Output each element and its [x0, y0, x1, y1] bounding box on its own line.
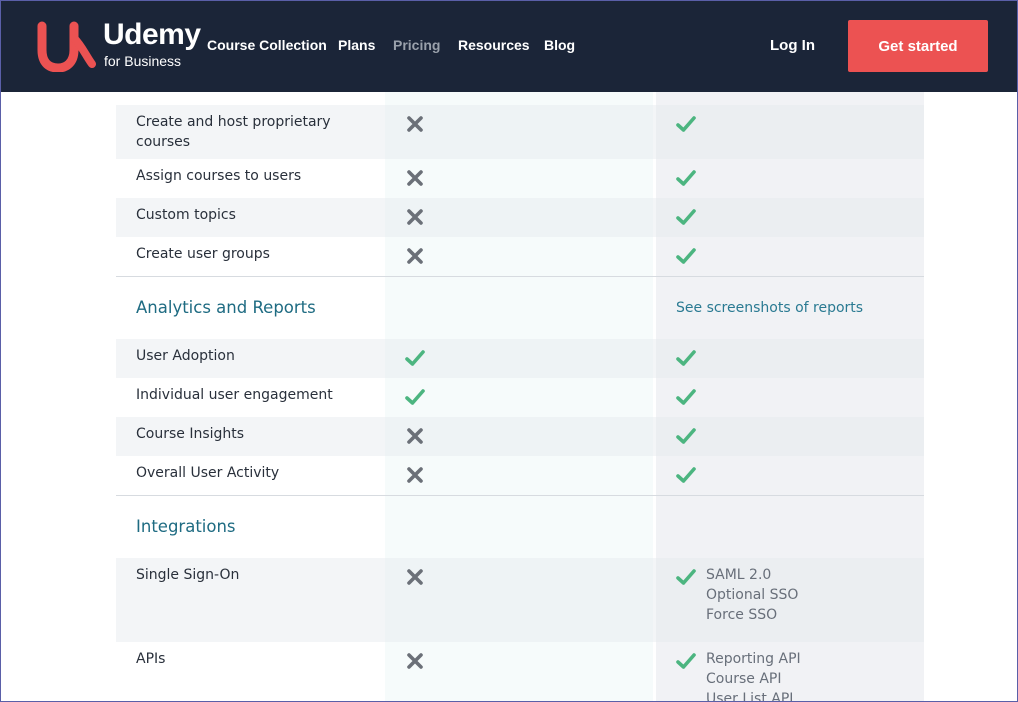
feature-row: APIs Reporting API Course API User List …	[116, 642, 924, 702]
feature-row: Overall User Activity	[116, 456, 924, 495]
feature-row: Assign courses to users	[116, 159, 924, 198]
see-report-screenshots-link[interactable]: See screenshots of reports	[676, 300, 863, 316]
nav-course-collection[interactable]: Course Collection	[207, 37, 327, 53]
check-icon	[676, 168, 696, 188]
cross-icon	[405, 114, 425, 134]
feature-row: Course Insights	[116, 417, 924, 456]
sso-detail-saml: SAML 2.0	[706, 567, 772, 583]
feature-label: Course Insights	[136, 426, 245, 442]
check-icon	[676, 651, 696, 671]
feature-label: Create and host proprietary courses	[136, 114, 331, 150]
cross-icon	[405, 651, 425, 671]
api-detail-reporting: Reporting API	[706, 651, 801, 667]
feature-label: APIs	[136, 651, 166, 667]
api-detail-course: Course API	[706, 671, 782, 687]
top-navigation-bar: Udemy for Business Course Collection Pla…	[0, 0, 1018, 92]
feature-row: User Adoption	[116, 339, 924, 378]
sso-detail-force: Force SSO	[706, 607, 778, 623]
check-icon	[405, 348, 425, 368]
feature-label: Overall User Activity	[136, 465, 280, 481]
section-title-analytics: Analytics and Reports	[136, 298, 316, 317]
sso-detail-optional: Optional SSO	[706, 587, 799, 603]
feature-label: Individual user engagement	[136, 387, 333, 403]
brand-name: Udemy	[103, 18, 201, 51]
feature-row: Create user groups	[116, 237, 924, 276]
check-icon	[676, 348, 696, 368]
section-title-integrations: Integrations	[136, 517, 236, 536]
cross-icon	[405, 168, 425, 188]
cross-icon	[405, 465, 425, 485]
check-icon	[676, 114, 696, 134]
feature-label: Assign courses to users	[136, 168, 302, 184]
cross-icon	[405, 207, 425, 227]
api-detail-user-list: User List API	[706, 691, 794, 702]
feature-row: Individual user engagement	[116, 378, 924, 417]
section-header-row: Integrations	[116, 495, 924, 558]
check-icon	[676, 465, 696, 485]
feature-label: Custom topics	[136, 207, 236, 223]
section-header-row: Analytics and Reports See screenshots of…	[116, 276, 924, 339]
cross-icon	[405, 567, 425, 587]
udemy-logo-mark-icon	[37, 21, 96, 72]
nav-pricing[interactable]: Pricing	[393, 37, 440, 53]
cross-icon	[405, 426, 425, 446]
cross-icon	[405, 246, 425, 266]
feature-row: Single Sign-On SAML 2.0 Optional SSO For…	[116, 558, 924, 642]
nav-plans[interactable]: Plans	[338, 37, 375, 53]
nav-blog[interactable]: Blog	[544, 37, 575, 53]
check-icon	[676, 567, 696, 587]
udemy-for-business-logo[interactable]: Udemy for Business	[36, 18, 206, 72]
feature-label: Create user groups	[136, 246, 270, 262]
nav-resources[interactable]: Resources	[458, 37, 530, 53]
login-link[interactable]: Log In	[770, 37, 815, 54]
check-icon	[676, 387, 696, 407]
feature-row: Custom topics	[116, 198, 924, 237]
check-icon	[676, 426, 696, 446]
get-started-button[interactable]: Get started	[848, 20, 988, 72]
check-icon	[676, 207, 696, 227]
feature-label: User Adoption	[136, 348, 235, 364]
brand-subtitle: for Business	[104, 53, 182, 69]
check-icon	[676, 246, 696, 266]
feature-row: Create and host proprietary courses	[116, 105, 924, 159]
check-icon	[405, 387, 425, 407]
feature-label: Single Sign-On	[136, 567, 240, 583]
